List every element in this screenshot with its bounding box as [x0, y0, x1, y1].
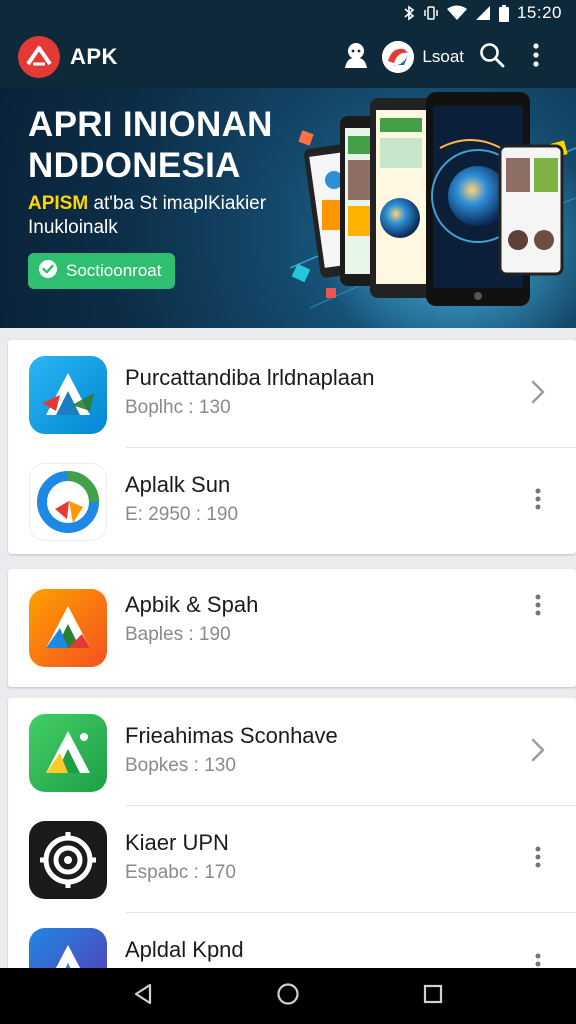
banner-subtitle-rest: at'ba St imaplKiakier	[88, 193, 267, 214]
app-meta: Espabc : 170	[125, 862, 236, 883]
app-text: Purcattandiba lrldnaplaan Boplhc : 130	[125, 364, 375, 421]
overflow-menu-icon	[533, 42, 539, 72]
app-icon	[29, 928, 107, 970]
user-label: Lsoat	[422, 47, 464, 66]
app-card-1: Purcattandiba lrldnaplaan Boplhc : 130 A…	[8, 340, 576, 554]
system-nav-bar	[0, 968, 576, 1024]
list-item[interactable]: Apbik & Spah Baples : 190	[8, 569, 576, 687]
app-meta: Bopkes : 130	[125, 755, 236, 776]
phones-illustration	[290, 88, 576, 328]
chevron-right-icon	[531, 738, 545, 767]
account-switcher[interactable]: Lsoat	[382, 41, 464, 73]
back-icon	[133, 983, 153, 1010]
recents-button[interactable]	[405, 968, 461, 1024]
battery-icon	[498, 4, 509, 22]
app-icon	[29, 463, 107, 541]
more-options-button[interactable]	[518, 481, 558, 521]
app-icon	[29, 356, 107, 434]
banner-subtitle: APISM at'ba St imaplKiakier Inukloinalk	[28, 192, 266, 240]
app-card-2: Apbik & Spah Baples : 190	[8, 569, 576, 687]
app-meta: Boplhc : 130	[125, 397, 231, 418]
app-name: Apldal Kpnd	[125, 937, 244, 962]
app-meta: E: 2950 : 190	[125, 504, 239, 525]
more-options-button[interactable]	[518, 839, 558, 879]
banner-title-line1: APRI INIONAN	[28, 105, 273, 144]
app-name: Apbik & Spah	[125, 592, 259, 617]
signal-icon	[475, 5, 491, 21]
app-name: Purcattandiba lrldnaplaan	[125, 365, 375, 390]
list-item[interactable]: Kiaer UPN Espabc : 170	[8, 805, 576, 912]
app-card-3: Frieahimas Sconhave Bopkes : 130 Kiaer U…	[8, 698, 576, 970]
chevron-right-icon	[531, 380, 545, 409]
home-icon	[276, 982, 300, 1011]
app-icon	[29, 589, 107, 667]
banner-title: APRI INIONAN NDDONESIA	[28, 104, 273, 186]
profile-icon	[343, 41, 369, 74]
bluetooth-icon	[403, 5, 415, 21]
banner-cta-label: Soctioonroat	[66, 261, 162, 280]
app-text: Apbik & Spah Baples : 190	[125, 591, 258, 648]
app-text: Kiaer UPN Espabc : 170	[125, 829, 236, 886]
app-name: Aplalk Sun	[125, 472, 231, 497]
shield-check-icon	[38, 259, 58, 284]
more-options-button[interactable]	[518, 946, 558, 970]
avatar	[382, 41, 415, 73]
list-item[interactable]: Frieahimas Sconhave Bopkes : 130	[8, 698, 576, 805]
app-text: Frieahimas Sconhave Bopkes : 130	[125, 722, 338, 779]
promo-banner[interactable]: APRI INIONAN NDDONESIA APISM at'ba St im…	[0, 88, 576, 328]
more-options-button[interactable]	[518, 587, 558, 627]
search-icon	[479, 42, 505, 73]
home-button[interactable]	[260, 968, 316, 1024]
banner-subtitle-line2: Inukloinalk	[28, 217, 118, 238]
more-vert-icon	[535, 488, 541, 515]
app-name: Frieahimas Sconhave	[125, 723, 338, 748]
app-name: Kiaer UPN	[125, 830, 229, 855]
brand-name: APK	[70, 44, 118, 69]
more-vert-icon	[535, 846, 541, 873]
open-button[interactable]	[518, 732, 558, 772]
app-text: Aplalk Sun E: 2950 : 190	[125, 471, 238, 528]
search-button[interactable]	[470, 35, 514, 79]
recents-icon	[423, 984, 443, 1009]
app-icon	[29, 821, 107, 899]
status-bar: 15:20	[0, 0, 576, 26]
profile-button[interactable]	[334, 35, 378, 79]
screen: 15:20 APK Lsoat APRI INIONAN NDDONESIA A…	[0, 0, 576, 1024]
list-item[interactable]: Apldal Kpnd	[8, 912, 576, 970]
banner-title-line2: NDDONESIA	[28, 146, 241, 185]
open-button[interactable]	[518, 374, 558, 414]
banner-cta-button[interactable]: Soctioonroat	[28, 253, 176, 289]
app-text: Apldal Kpnd	[125, 936, 244, 967]
app-bar: APK Lsoat	[0, 26, 576, 88]
list-item[interactable]: Aplalk Sun E: 2950 : 190	[8, 447, 576, 554]
app-icon	[29, 714, 107, 792]
more-vert-icon	[535, 594, 541, 621]
vibrate-icon	[423, 5, 439, 21]
list-item[interactable]: Purcattandiba lrldnaplaan Boplhc : 130	[8, 340, 576, 447]
brand-logo-icon[interactable]	[18, 36, 60, 78]
status-time: 15:20	[516, 3, 562, 22]
overflow-menu-button[interactable]	[514, 35, 558, 79]
wifi-icon	[446, 5, 467, 21]
app-meta: Baples : 190	[125, 624, 231, 645]
back-button[interactable]	[115, 968, 171, 1024]
banner-subtitle-highlight: APISM	[28, 193, 89, 214]
